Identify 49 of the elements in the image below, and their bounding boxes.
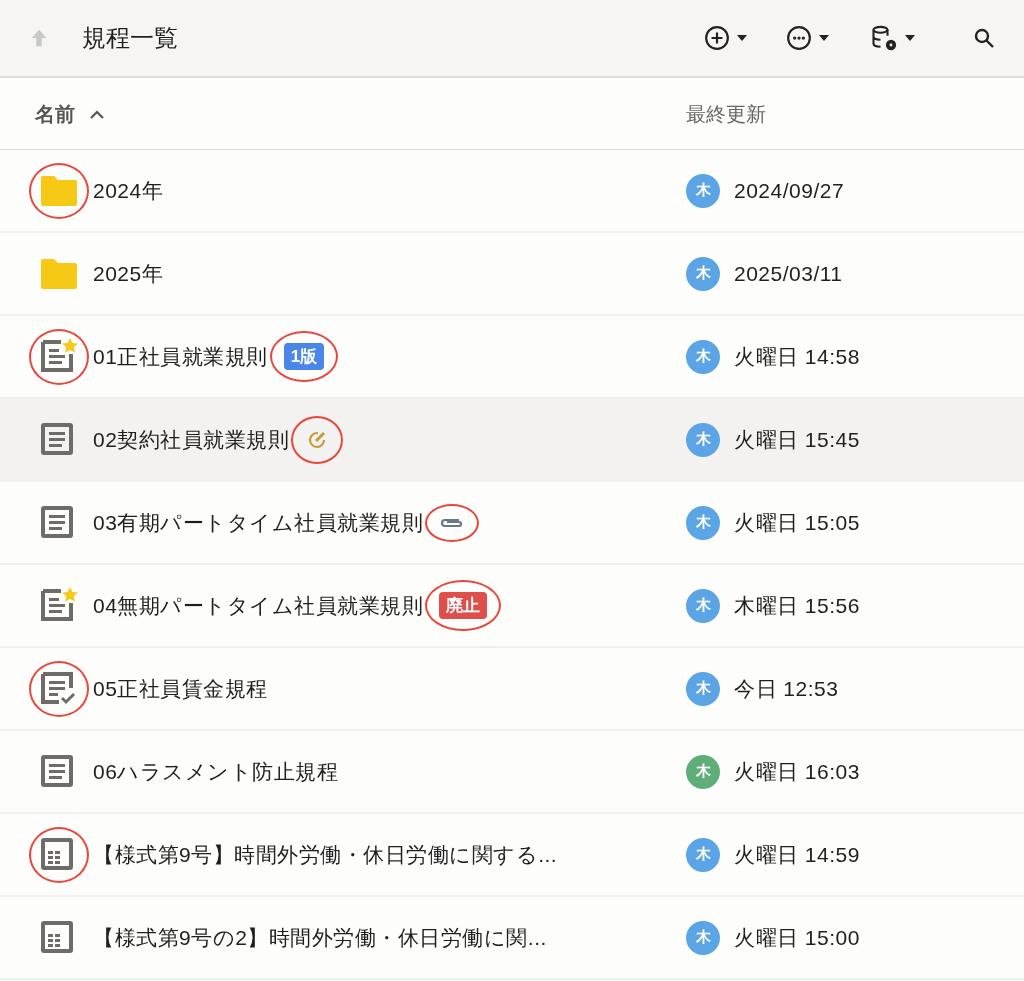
- page-title: 規程一覧: [82, 23, 178, 53]
- updated-time: 木曜日 15:56: [734, 592, 860, 619]
- user-avatar: 木: [686, 505, 720, 540]
- add-menu-button[interactable]: [704, 25, 748, 51]
- status-badge: 廃止: [439, 591, 488, 620]
- folder-name[interactable]: 2024年: [93, 174, 164, 207]
- caret-icon: [904, 34, 916, 42]
- file-name[interactable]: 01正社員就業規則: [93, 340, 268, 373]
- database-gear-icon: [870, 24, 898, 52]
- updated-time: 火曜日 15:00: [734, 924, 860, 951]
- folder-icon: [39, 256, 79, 291]
- updated-time: 火曜日 15:05: [734, 509, 860, 536]
- file-name[interactable]: 【様式第9号】時間外労働・休日労働に関する...: [93, 838, 558, 871]
- updated-time: 火曜日 14:58: [734, 343, 860, 370]
- file-name[interactable]: 02契約社員就業規則: [93, 423, 290, 456]
- more-menu-button[interactable]: [786, 25, 830, 51]
- file-name[interactable]: 05正社員賃金規程: [93, 672, 268, 705]
- updated-time: 火曜日 16:03: [734, 758, 860, 785]
- user-avatar: 木: [686, 671, 720, 706]
- caret-icon: [818, 34, 830, 42]
- plus-circle-icon: [704, 25, 730, 51]
- file-name[interactable]: 【様式第9号の2】時間外労働・休日労働に関...: [93, 921, 547, 954]
- user-avatar: 木: [686, 339, 720, 374]
- database-settings-button[interactable]: [870, 24, 916, 52]
- updated-time: 2024/09/27: [734, 177, 845, 204]
- updated-time: 2025/03/11: [734, 260, 843, 287]
- file-name[interactable]: 04無期パートタイム社員就業規則: [93, 589, 424, 622]
- user-avatar: 木: [686, 256, 720, 291]
- user-avatar: 木: [686, 920, 720, 955]
- user-avatar: 木: [686, 173, 720, 208]
- file-row[interactable]: 02契約社員就業規則 木 火曜日 15:45: [0, 399, 1024, 482]
- more-circle-icon: [786, 25, 812, 51]
- file-name[interactable]: 06ハラスメント防止規程: [93, 755, 339, 788]
- folder-name[interactable]: 2025年: [93, 257, 164, 290]
- user-avatar: 木: [686, 837, 720, 872]
- user-avatar: 木: [686, 588, 720, 623]
- sort-chevron-icon[interactable]: [89, 108, 105, 119]
- version-badge: 1版: [283, 342, 325, 371]
- caret-icon: [736, 34, 748, 42]
- updated-time: 火曜日 15:45: [734, 426, 860, 453]
- column-header[interactable]: 最終更新: [652, 98, 766, 129]
- user-avatar: 木: [686, 422, 720, 457]
- search-icon[interactable]: [972, 26, 996, 50]
- updated-time: 今日 12:53: [734, 675, 839, 702]
- user-avatar: 木: [686, 754, 720, 789]
- updated-time: 火曜日 14:59: [734, 841, 860, 868]
- column-header[interactable]: 名前: [35, 98, 75, 129]
- folder-icon: [39, 173, 79, 208]
- file-name[interactable]: 03有期パートタイム社員就業規則: [93, 506, 424, 539]
